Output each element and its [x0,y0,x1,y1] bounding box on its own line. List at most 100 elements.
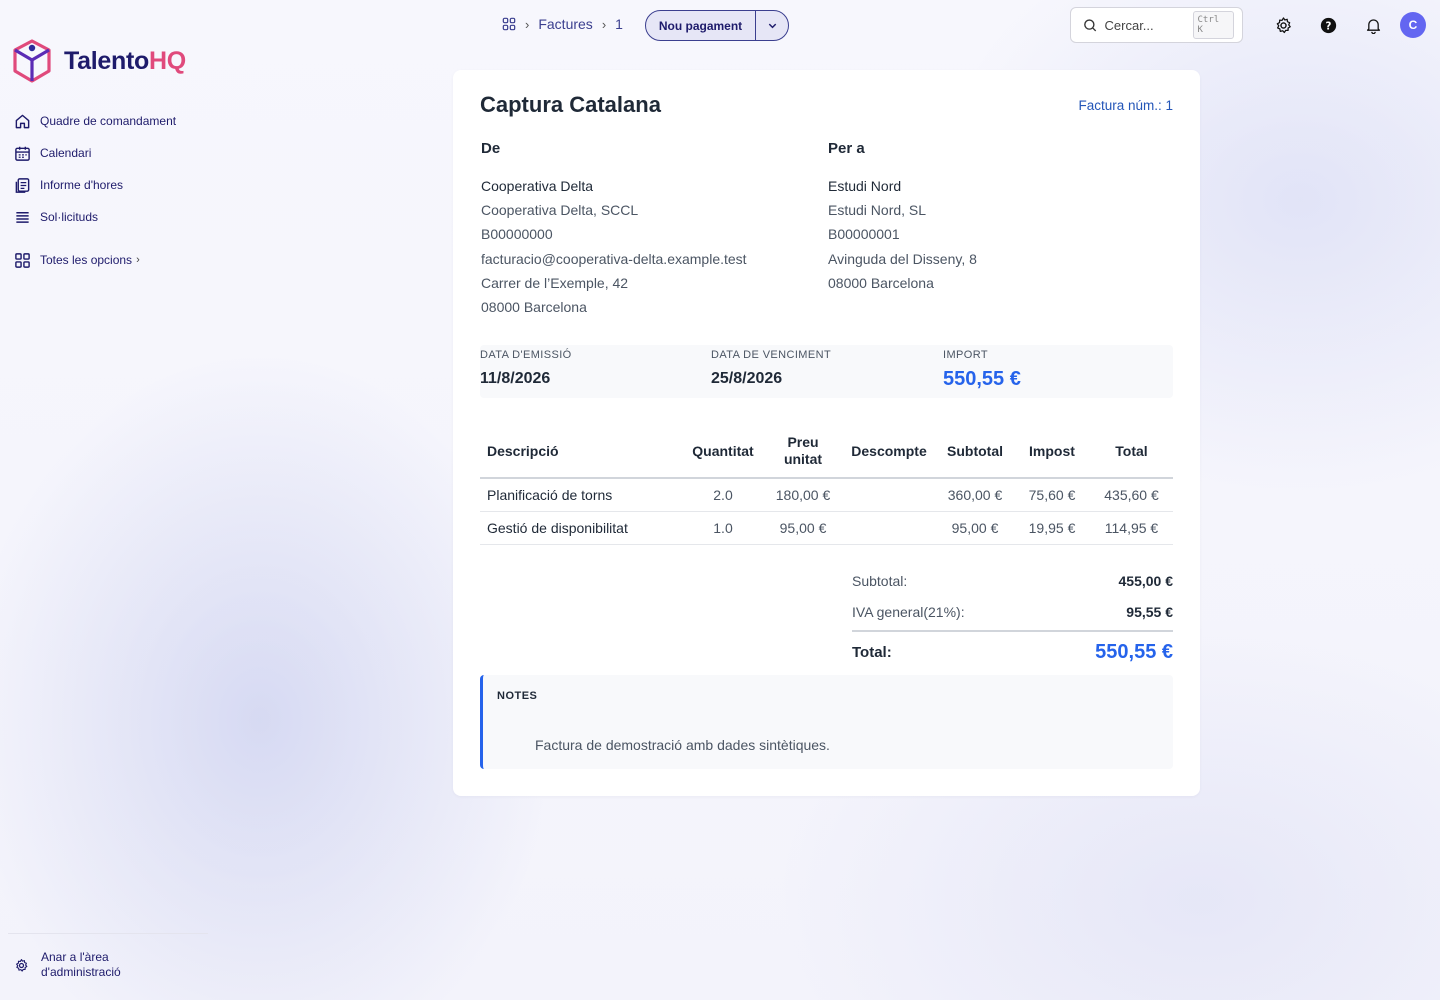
grand-total-value: 550,55 € [1095,640,1173,663]
table-header-row: Descripció Quantitat Preu unitat Descomp… [480,425,1173,479]
recipient-block: Per a Estudi Nord Estudi Nord, SL B00000… [828,140,1158,295]
issuer-line: Carrer de l’Exemple, 42 [481,274,629,291]
grid-icon [15,252,30,268]
invoice-title: Captura Catalana [480,92,661,117]
issuer-heading: De [481,140,501,157]
item-subtotal: 360,00 € [936,478,1014,512]
column-header: Total [1090,425,1173,479]
item-discount [842,511,936,545]
item-quantity: 2.0 [682,478,764,512]
subtotal-value: 455,00 € [1118,572,1174,589]
help-button[interactable]: ? [1317,14,1339,36]
sidebar-item-label: Informe d'hores [40,178,123,192]
top-bar: › Factures › 1 Nou pagament Ctrl K ? C [0,0,1440,50]
grand-total-row: Total: 550,55 € [852,630,1173,668]
new-payment-split-button: Nou pagament [645,10,789,41]
due-date-value: 25/8/2026 [711,370,783,387]
gear-icon [1276,16,1291,33]
issuer-line: Cooperativa Delta, SCCL [481,202,639,218]
notes-text: Factura de demostració amb dades sintèti… [535,737,830,753]
gear-icon [16,959,28,972]
bell-icon [1366,18,1380,34]
svg-text:?: ? [1325,21,1331,32]
brand-name: TalentoHQ [64,46,186,75]
list-icon [16,211,29,223]
issue-date-value: 11/8/2026 [480,370,551,387]
actions-dropdown-toggle[interactable] [755,11,788,40]
breadcrumb-invoices[interactable]: Factures [538,16,592,32]
amount-label: IMPORT [943,349,988,361]
item-quantity: 1.0 [682,511,764,545]
column-header: Subtotal [936,425,1014,479]
sidebar: TalentoHQ Quadre de comandament Calendar… [0,0,215,1000]
sidebar-item-all-options[interactable]: Totes les opcions › [14,249,209,271]
invoice-card: Captura Catalana Factura núm.: 1 De Coop… [453,70,1200,796]
breadcrumb-invoice-number: 1 [615,16,623,32]
search-input[interactable] [1104,17,1193,33]
item-description: Planificació de torns [480,478,682,512]
sidebar-item-requests[interactable]: Sol·licituds [14,206,209,228]
breadcrumb: › Factures › 1 [502,16,623,32]
issuer-line: B00000000 [481,226,553,243]
report-icon [15,177,30,193]
new-payment-button[interactable]: Nou pagament [646,19,755,33]
home-icon [15,114,30,128]
chevron-right-icon: › [136,254,140,266]
column-header: Quantitat [682,425,764,479]
sidebar-item-timesheet[interactable]: Informe d'hores [14,174,209,196]
chevron-right-icon: › [525,16,530,32]
invoice-number: Factura núm.: 1 [1078,98,1173,113]
notifications-button[interactable] [1362,14,1384,36]
due-date-label: DATA DE VENCIMENT [711,349,832,361]
tax-value: 95,55 € [1126,603,1173,620]
issue-date-label: DATA D'EMISSIÓ [480,349,572,361]
recipient-name: Estudi Nord [828,178,902,194]
table-row: Planificació de torns 2.0 180,00 € 360,0… [480,478,1173,512]
admin-area-link[interactable]: Anar a l'àrea d'administració [8,933,208,980]
calendar-icon [15,146,30,161]
column-header: Descompte [842,425,936,479]
grand-total-label: Total: [852,643,892,661]
totals-block: Subtotal: 455,00 € IVA general(21%): 95,… [852,565,1173,668]
subtotal-row: Subtotal: 455,00 € [852,565,1173,596]
due-date-cell: DATA DE VENCIMENT 25/8/2026 [711,349,831,388]
sidebar-item-dashboard[interactable]: Quadre de comandament [14,110,209,132]
help-icon: ? [1320,17,1336,33]
notes-block: NOTES Factura de demostració amb dades s… [480,675,1173,769]
search-box[interactable]: Ctrl K [1070,7,1243,43]
sidebar-item-label: Sol·licituds [40,210,99,224]
recipient-heading: Per a [828,140,865,157]
sidebar-item-calendar[interactable]: Calendari [14,142,209,164]
settings-button[interactable] [1272,14,1294,36]
sidebar-item-label: Quadre de comandament [40,114,177,128]
item-unit-price: 180,00 € [764,478,842,512]
item-discount [842,478,936,512]
admin-area-label: Anar a l'àrea d'administració [41,950,121,979]
sidebar-item-label: Totes les opcions [40,253,133,267]
chevron-right-icon: › [601,16,607,32]
column-header: Preu unitat [764,425,842,479]
item-total: 435,60 € [1090,478,1173,512]
sidebar-nav: Quadre de comandament Calendari Informe … [14,110,209,281]
recipient-line: B00000001 [828,226,900,243]
recipient-line: Estudi Nord, SL [828,202,927,218]
issuer-name: Cooperativa Delta [481,178,594,194]
sidebar-item-label: Calendari [40,146,92,160]
user-avatar[interactable]: C [1400,12,1426,38]
line-items-table: Descripció Quantitat Preu unitat Descomp… [480,425,1173,545]
tax-row: IVA general(21%): 95,55 € [852,596,1173,627]
search-icon [1084,18,1097,31]
item-tax: 19,95 € [1014,511,1090,545]
item-unit-price: 95,00 € [764,511,842,545]
search-shortcut-hint: Ctrl K [1192,11,1234,39]
invoice-summary: DATA D'EMISSIÓ 11/8/2026 DATA DE VENCIME… [480,345,1173,398]
item-total: 114,95 € [1090,511,1173,545]
notes-label: NOTES [497,690,538,702]
item-subtotal: 95,00 € [936,511,1014,545]
item-description: Gestió de disponibilitat [480,511,682,545]
issue-date-cell: DATA D'EMISSIÓ 11/8/2026 [480,349,572,388]
issuer-line: facturacio@cooperativa-delta.example.tes… [481,250,747,267]
subtotal-label: Subtotal: [852,572,908,589]
apps-grid-icon[interactable] [502,17,516,31]
recipient-line: 08000 Barcelona [828,274,934,291]
